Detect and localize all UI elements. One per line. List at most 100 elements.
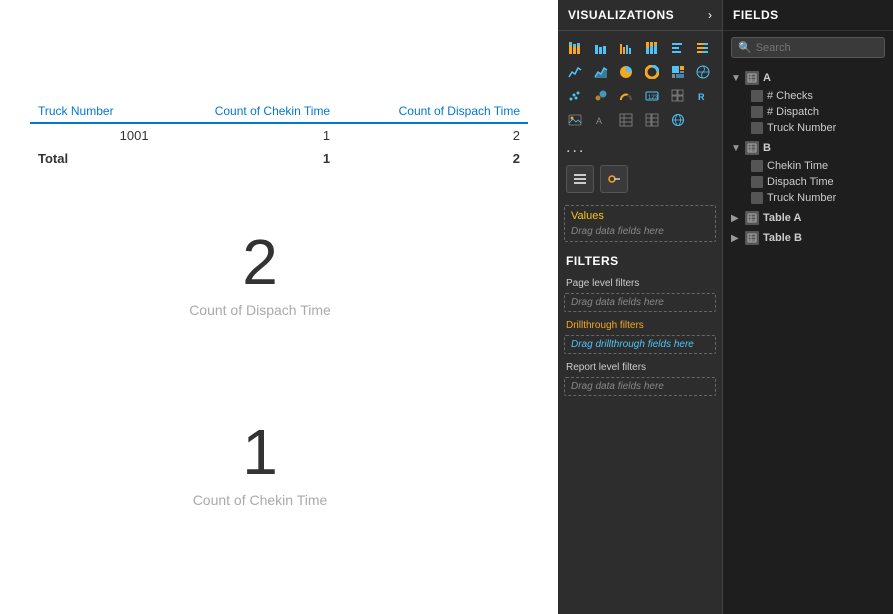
field-checks-label: # Checks [767, 90, 813, 102]
viz-icon-scatter[interactable] [564, 85, 586, 107]
viz-icon-image[interactable] [564, 109, 586, 131]
cell-total-chekin: 1 [157, 147, 339, 170]
cell-total-label: Total [30, 147, 157, 170]
viz-icon-stacked-horizontal[interactable] [692, 37, 714, 59]
table-icon-table-a [745, 211, 759, 225]
table-icon-table-b [745, 231, 759, 245]
tree-section-table-b[interactable]: ▶ Table B [723, 228, 893, 248]
checkbox-checks[interactable] [751, 90, 763, 102]
checkbox-dispatch[interactable] [751, 106, 763, 118]
report-level-drop[interactable]: Drag data fields here [564, 377, 716, 396]
right-panel: VISUALIZATIONS › [558, 0, 893, 614]
viz-panel-header: VISUALIZATIONS › [558, 0, 722, 31]
values-hint: Drag data fields here [571, 226, 709, 237]
field-chekin-time[interactable]: Chekin Time [723, 158, 893, 174]
svg-text:123: 123 [648, 95, 659, 101]
viz-icon-map[interactable] [692, 61, 714, 83]
tree-expand-table-b: ▶ [731, 233, 741, 244]
page-level-drop[interactable]: Drag data fields here [564, 293, 716, 312]
viz-icon-card[interactable]: 123 [641, 85, 663, 107]
viz-icon-matrix2[interactable] [641, 109, 663, 131]
table-a-label: Table A [763, 212, 802, 224]
checkbox-chekin[interactable] [751, 160, 763, 172]
field-dispach-time[interactable]: Dispach Time [723, 174, 893, 190]
viz-icon-line[interactable] [564, 61, 586, 83]
svg-text:R: R [698, 92, 705, 102]
viz-icon-text[interactable]: A [590, 109, 612, 131]
group-a-label: A [763, 72, 771, 84]
search-input[interactable] [756, 42, 893, 54]
checkbox-dispach-time[interactable] [751, 176, 763, 188]
main-canvas: Truck Number Count of Chekin Time Count … [0, 0, 558, 614]
viz-icon-grouped-bar[interactable] [615, 37, 637, 59]
chekin-time-value: 1 [160, 420, 360, 484]
viz-icon-horizontal-bar[interactable] [667, 37, 689, 59]
tree-group-b: ▼ B Chekin Time [723, 138, 893, 206]
col-header-chekin: Count of Chekin Time [157, 100, 339, 123]
table-row: 1001 1 2 [30, 123, 528, 147]
group-b-label: B [763, 142, 771, 154]
filters-section: FILTERS Page level filters Drag data fie… [558, 248, 722, 614]
drillthrough-hint: Drag drillthrough fields here [571, 339, 709, 350]
viz-icon-100-bar[interactable] [641, 37, 663, 59]
viz-expand-arrow[interactable]: › [708, 8, 712, 22]
field-chekin-label: Chekin Time [767, 160, 828, 172]
field-truck-number-b[interactable]: Truck Number [723, 190, 893, 206]
col-header-dispach: Count of Dispach Time [338, 100, 528, 123]
checkbox-truck-a[interactable] [751, 122, 763, 134]
viz-icon-bubble[interactable] [590, 85, 612, 107]
tree-group-b-header[interactable]: ▼ B [723, 138, 893, 158]
viz-icon-r-script[interactable]: R [692, 85, 714, 107]
viz-icon-bar[interactable] [590, 37, 612, 59]
chekin-time-card: 1 Count of Chekin Time [160, 420, 360, 508]
search-box[interactable]: 🔍 [731, 37, 885, 58]
dispach-time-value: 2 [160, 230, 360, 294]
fields-tree: ▼ A # Checks [723, 64, 893, 614]
field-dispatch[interactable]: # Dispatch [723, 104, 893, 120]
field-truck-b-label: Truck Number [767, 192, 836, 204]
dispach-time-label: Count of Dispach Time [160, 302, 360, 318]
viz-icon-globe[interactable] [667, 109, 689, 131]
table-b-label: Table B [763, 232, 802, 244]
viz-icon-stacked-bar[interactable] [564, 37, 586, 59]
chekin-time-label: Count of Chekin Time [160, 492, 360, 508]
viz-icon-table[interactable] [615, 109, 637, 131]
fields-header: FIELDS [723, 0, 893, 31]
fields-panel: FIELDS 🔍 ▼ A [723, 0, 893, 614]
values-dropzone[interactable]: Values Drag data fields here [564, 205, 716, 242]
fields-title: FIELDS [733, 8, 883, 22]
tree-expand-a: ▼ [731, 73, 741, 84]
drillthrough-drop[interactable]: Drag drillthrough fields here [564, 335, 716, 354]
table-area: Truck Number Count of Chekin Time Count … [30, 100, 528, 170]
drillthrough-filters-label: Drillthrough filters [564, 316, 716, 335]
table-icon-b [745, 141, 759, 155]
field-dispach-time-label: Dispach Time [767, 176, 834, 188]
svg-text:A: A [596, 116, 602, 126]
viz-more-dots[interactable]: ... [558, 137, 722, 159]
search-icon: 🔍 [738, 41, 752, 54]
field-dispatch-label: # Dispatch [767, 106, 819, 118]
viz-title: VISUALIZATIONS [568, 8, 674, 22]
viz-fields-btn[interactable] [566, 165, 594, 193]
viz-icon-area[interactable] [590, 61, 612, 83]
viz-icon-donut[interactable] [641, 61, 663, 83]
viz-format-btn[interactable] [600, 165, 628, 193]
tree-section-table-a[interactable]: ▶ Table A [723, 208, 893, 228]
tree-group-a-header[interactable]: ▼ A [723, 68, 893, 88]
col-header-truck: Truck Number [30, 100, 157, 123]
viz-icon-gauge[interactable] [615, 85, 637, 107]
report-level-filters-label: Report level filters [564, 358, 716, 377]
field-truck-number-a[interactable]: Truck Number [723, 120, 893, 136]
viz-icon-treemap[interactable] [667, 61, 689, 83]
viz-icon-pie[interactable] [615, 61, 637, 83]
tree-group-a: ▼ A # Checks [723, 68, 893, 136]
tree-expand-table-a: ▶ [731, 213, 741, 224]
checkbox-truck-b[interactable] [751, 192, 763, 204]
tree-expand-b: ▼ [731, 143, 741, 154]
total-row: Total 1 2 [30, 147, 528, 170]
table-icon-a [745, 71, 759, 85]
viz-icons-grid: 123 R A [558, 31, 722, 137]
cell-truck: 1001 [30, 123, 157, 147]
field-checks[interactable]: # Checks [723, 88, 893, 104]
viz-icon-matrix[interactable] [667, 85, 689, 107]
